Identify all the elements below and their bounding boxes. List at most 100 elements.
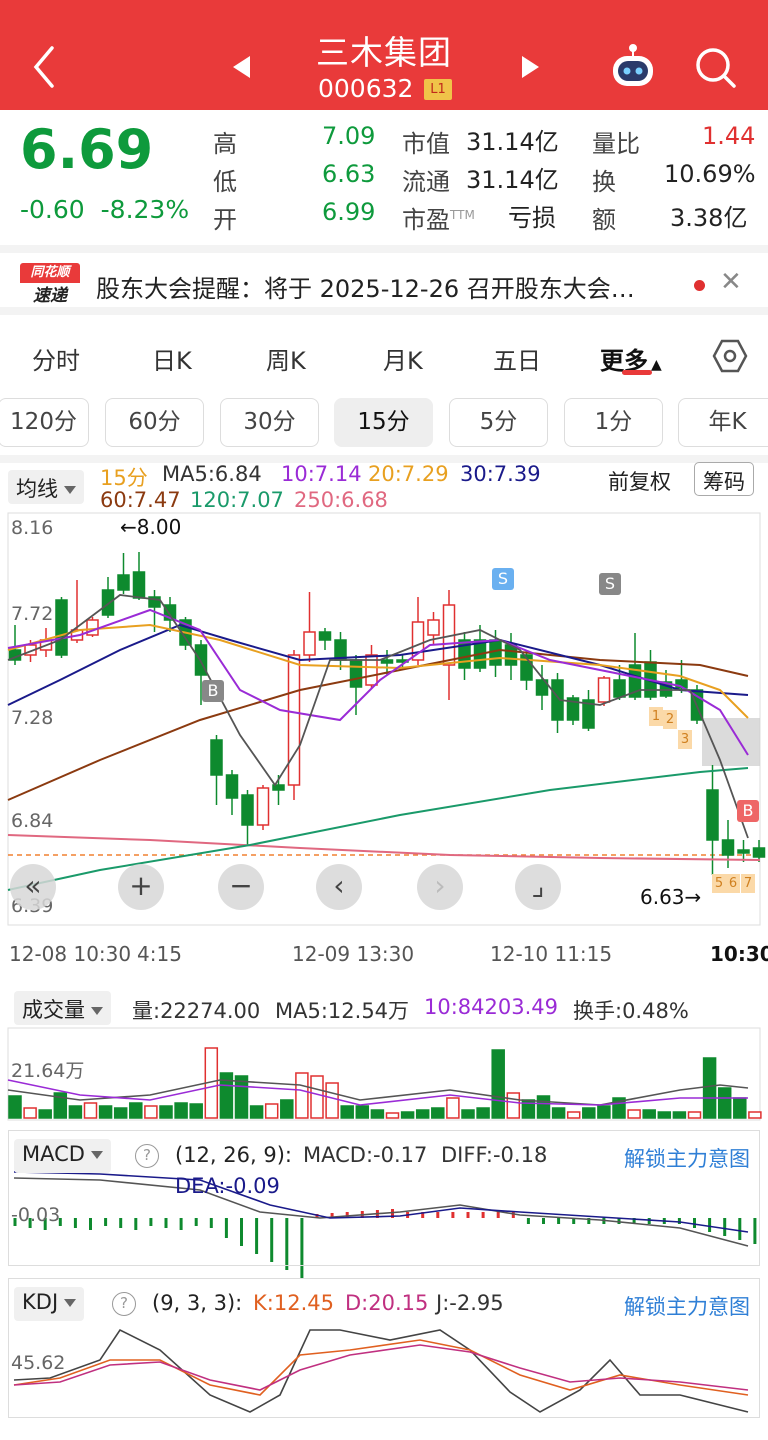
- volume-bar: [68, 1105, 83, 1119]
- volume-bar: [702, 1057, 717, 1119]
- x-label-2: 4:15: [137, 942, 182, 966]
- zoom-out-icon[interactable]: −: [218, 864, 264, 910]
- candle-up: [597, 677, 611, 703]
- diff-value: DIFF:-0.18: [441, 1143, 548, 1167]
- volume-bar: [506, 1092, 521, 1119]
- x-label-4: 12-10 11:15: [490, 942, 613, 966]
- candle-up: [256, 787, 270, 826]
- volume-y-label: 21.64万: [11, 1060, 85, 1082]
- nine-turn-marker: 2: [663, 710, 677, 729]
- ma5-line: [7, 594, 749, 839]
- kdj-params: (9, 3, 3):: [152, 1291, 243, 1315]
- scroll-right-icon[interactable]: ›: [417, 864, 463, 910]
- zoom-out-all-icon[interactable]: «: [10, 864, 56, 910]
- nine-turn-marker: 5: [712, 874, 726, 893]
- dropdown-caret-icon: [64, 1299, 77, 1307]
- candle-down: [752, 847, 766, 858]
- volume-value: 量:22274.00: [132, 999, 261, 1023]
- macd-indicator-select[interactable]: MACD: [14, 1139, 111, 1173]
- help-icon[interactable]: ?: [112, 1292, 136, 1316]
- candle-down: [737, 849, 750, 854]
- volume-bar: [370, 1109, 385, 1119]
- volume-bar: [310, 1075, 324, 1119]
- candle-up: [287, 654, 301, 786]
- candle-down: [721, 839, 735, 856]
- y-label-top: 8.16: [11, 517, 54, 539]
- x-label-3: 12-09 13:30: [292, 942, 415, 966]
- x-label-1: 12-08 10:30: [9, 942, 132, 966]
- candle-down: [55, 599, 68, 656]
- scroll-left-icon[interactable]: ‹: [316, 864, 362, 910]
- volume-bar: [280, 1099, 294, 1119]
- x-label-current: 10:30: [710, 942, 768, 966]
- volume-bar: [340, 1105, 354, 1119]
- sell-signal-badge[interactable]: S: [599, 573, 621, 595]
- macd-value: MACD:-0.17: [303, 1143, 428, 1167]
- dea-value: DEA:-0.09: [175, 1174, 280, 1198]
- volume-bar: [642, 1109, 656, 1119]
- macd-y-label: -0.03: [11, 1204, 61, 1226]
- ma120-line: [7, 767, 749, 891]
- buy-signal-badge[interactable]: B: [202, 680, 224, 702]
- volume-bar: [536, 1095, 551, 1119]
- zoom-in-icon[interactable]: +: [118, 864, 164, 910]
- volume-bar: [98, 1105, 113, 1119]
- kdj-select-label: KDJ: [22, 1290, 59, 1314]
- volume-bar: [249, 1105, 264, 1119]
- kdj-indicator-select[interactable]: KDJ: [14, 1287, 85, 1321]
- shade-box: [702, 718, 760, 766]
- volume-bar: [582, 1107, 596, 1119]
- volume-bar: [38, 1109, 52, 1119]
- fullscreen-icon[interactable]: ⌟: [515, 864, 561, 910]
- unlock-main-force-link[interactable]: 解锁主力意图: [624, 1291, 750, 1321]
- volume-ma10: 10:84203.49: [424, 995, 558, 1019]
- volume-bar: [400, 1111, 415, 1119]
- kdj-y-label: 45.62: [11, 1352, 66, 1374]
- candle-up: [427, 619, 440, 636]
- k-value: K:12.45: [253, 1291, 334, 1315]
- candle-down: [613, 679, 626, 698]
- volume-turnover: 换手:0.48%: [573, 999, 689, 1023]
- d-value: D:20.15: [345, 1291, 429, 1315]
- volume-bar: [144, 1105, 158, 1119]
- volume-indicator-select[interactable]: 成交量: [14, 991, 111, 1025]
- volume-bar: [8, 1095, 22, 1119]
- y-label-2: 7.72: [11, 603, 54, 625]
- ma250-line: [7, 834, 761, 861]
- help-icon[interactable]: ?: [135, 1144, 159, 1168]
- volume-ma10-line: [7, 1079, 748, 1106]
- candle-down: [225, 774, 239, 799]
- volume-bar: [476, 1107, 490, 1119]
- volume-bar: [657, 1111, 672, 1119]
- nine-turn-marker: 6: [726, 874, 740, 893]
- y-label-4: 6.84: [11, 810, 54, 832]
- candle-down: [318, 631, 332, 641]
- volume-bar: [113, 1107, 128, 1119]
- volume-bar: [733, 1097, 747, 1119]
- volume-bar: [446, 1097, 460, 1119]
- candle-down: [706, 789, 719, 841]
- volume-bar: [551, 1107, 566, 1119]
- candle-down: [117, 574, 130, 591]
- macd-select-label: MACD: [22, 1142, 85, 1166]
- volume-bar: [129, 1102, 143, 1119]
- volume-select-label: 成交量: [22, 998, 85, 1022]
- volume-bar: [687, 1111, 702, 1119]
- volume-bar: [83, 1102, 98, 1119]
- candle-down: [101, 589, 115, 616]
- j-value: J:-2.95: [436, 1291, 504, 1315]
- volume-bar: [355, 1105, 370, 1119]
- volume-bar: [295, 1072, 309, 1119]
- buy-signal-badge[interactable]: B: [737, 800, 759, 822]
- volume-bar: [23, 1107, 37, 1119]
- candle-up: [303, 631, 316, 656]
- volume-bar: [672, 1111, 687, 1119]
- volume-bar: [597, 1105, 611, 1119]
- sell-signal-badge[interactable]: S: [492, 568, 514, 590]
- volume-bar: [415, 1109, 430, 1119]
- volume-bar: [461, 1109, 475, 1119]
- volume-bar: [385, 1112, 400, 1119]
- candle-down: [349, 659, 363, 688]
- unlock-main-force-link[interactable]: 解锁主力意图: [624, 1143, 750, 1173]
- volume-bar: [325, 1082, 339, 1119]
